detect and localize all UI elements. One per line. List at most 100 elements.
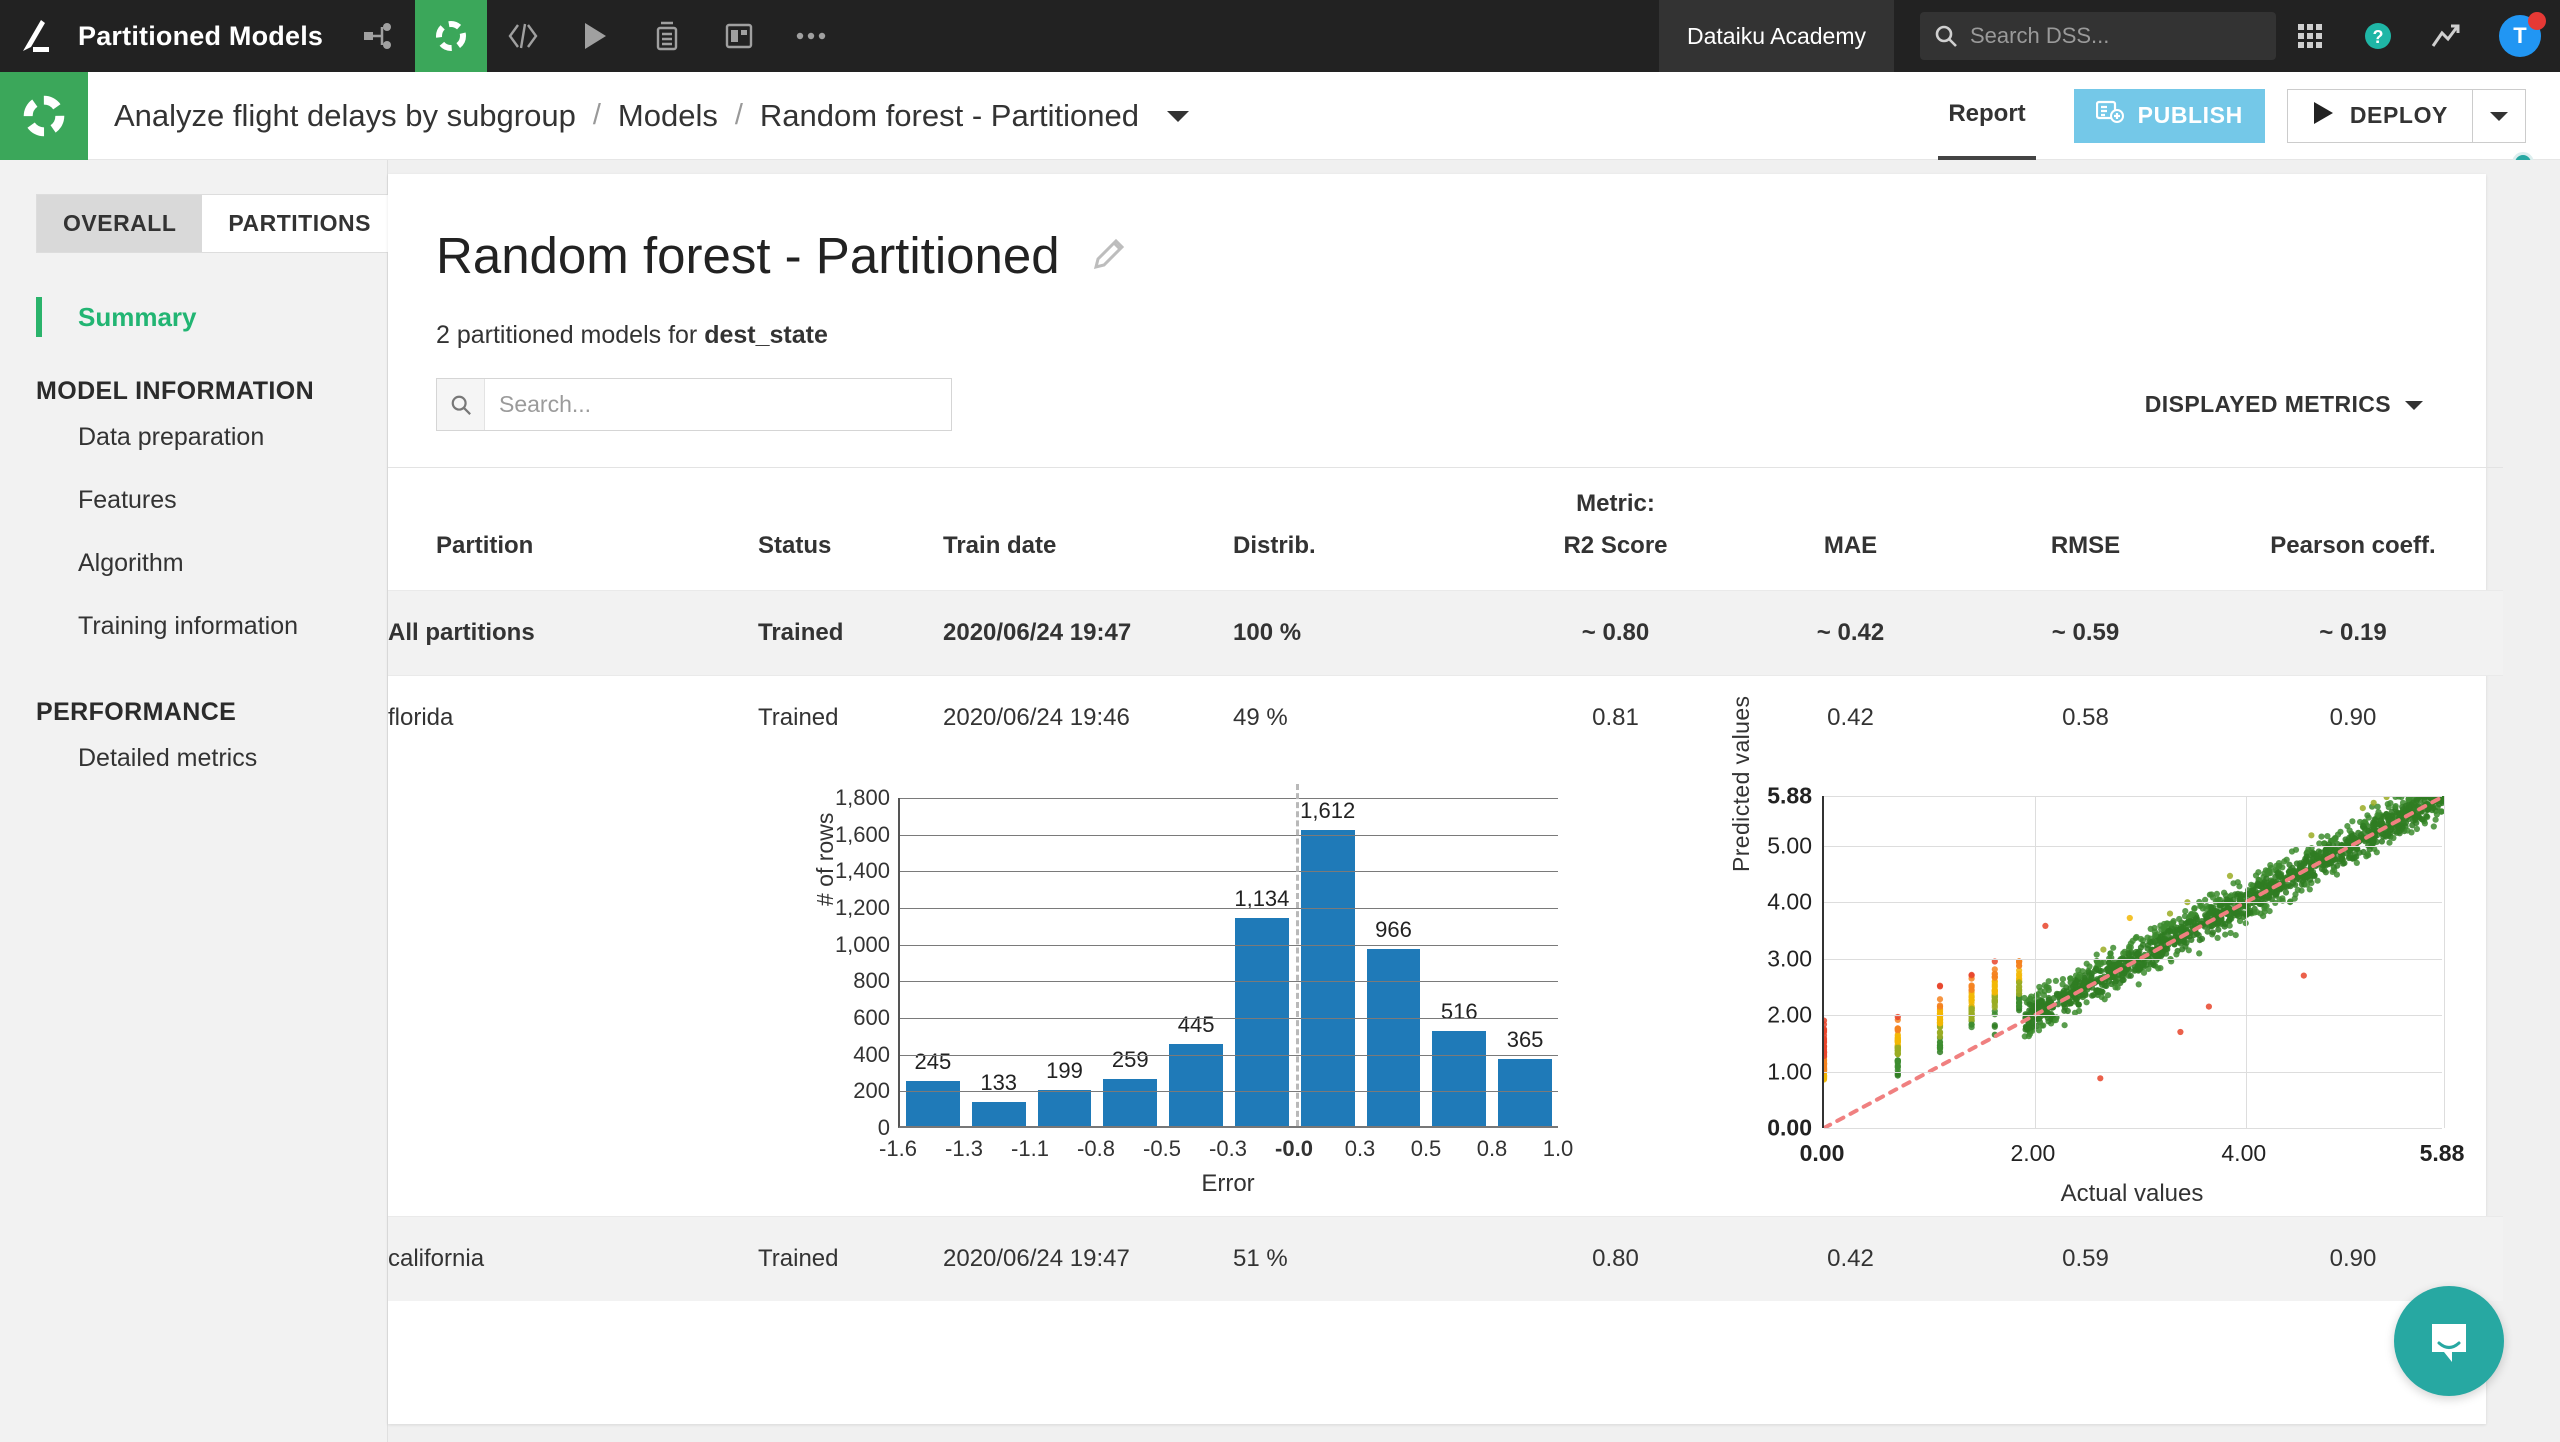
hist-bar[interactable] — [1169, 1044, 1224, 1126]
scatter-point — [2300, 858, 2307, 865]
search-input[interactable] — [1970, 23, 2262, 49]
sidebar-item-features[interactable]: Features — [78, 469, 387, 532]
breadcrumb-models[interactable]: Models — [618, 98, 718, 134]
deploy-button[interactable]: DEPLOY — [2288, 90, 2472, 142]
scatter-point — [2093, 951, 2100, 958]
col-pearson[interactable]: Pearson coeff. — [2203, 467, 2503, 591]
scatter-point — [2400, 819, 2407, 826]
scatter-point — [2279, 876, 2286, 883]
hist-bars: 245 133 199 259 445 1,134 1,612 966 516 365 — [900, 798, 1558, 1126]
hist-bar-cell[interactable]: 199 — [1032, 798, 1098, 1126]
hist-bar-cell[interactable]: 259 — [1097, 798, 1163, 1126]
academy-link[interactable]: Dataiku Academy — [1659, 0, 1894, 72]
hist-bar[interactable] — [1498, 1059, 1553, 1126]
notebooks-icon[interactable] — [631, 0, 703, 72]
table-row[interactable]: All partitions Trained 2020/06/24 19:47 … — [388, 590, 2503, 676]
grid-apps-icon[interactable] — [2276, 0, 2344, 72]
scatter-point — [2042, 922, 2049, 929]
hist-bar-cell[interactable]: 245 — [900, 798, 966, 1126]
tab-overall[interactable]: OVERALL — [37, 195, 203, 252]
scatter-point — [1991, 989, 1998, 996]
hist-bar-cell[interactable]: 133 — [966, 798, 1032, 1126]
displayed-metrics-dropdown[interactable]: DISPLAYED METRICS — [2145, 391, 2424, 418]
user-avatar-wrapper[interactable]: T — [2480, 0, 2560, 72]
scatter-point — [2292, 846, 2300, 853]
hist-bar-cell[interactable]: 1,612 — [1295, 798, 1361, 1126]
pencil-icon[interactable] — [1088, 236, 1128, 276]
chevron-down-icon[interactable] — [1165, 108, 1191, 124]
hist-bar-cell[interactable]: 365 — [1492, 798, 1558, 1126]
sidebar-item-summary[interactable]: Summary — [36, 297, 387, 337]
sidebar-item-training-information[interactable]: Training information — [78, 595, 387, 658]
notification-badge — [2528, 12, 2546, 30]
scatter-point — [2349, 818, 2356, 825]
scatter-point — [2311, 872, 2318, 879]
project-name[interactable]: Partitioned Models — [72, 21, 343, 52]
col-mae[interactable]: MAE — [1733, 467, 1968, 591]
dashboards-icon[interactable] — [703, 0, 775, 72]
scatter-point — [2430, 823, 2437, 830]
scatter-point — [2303, 853, 2310, 860]
scatter-point — [2347, 851, 2354, 858]
col-rmse[interactable]: RMSE — [1968, 467, 2203, 591]
lab-circle-icon[interactable] — [0, 71, 88, 160]
scatter-y-tick-label: 5.00 — [1767, 832, 1812, 859]
col-r2-label: R2 Score — [1563, 532, 1668, 559]
search-input[interactable] — [485, 391, 951, 418]
hist-bar-cell[interactable]: 966 — [1361, 798, 1427, 1126]
breadcrumb-project[interactable]: Analyze flight delays by subgroup — [114, 98, 576, 134]
table-row[interactable]: california Trained 2020/06/24 19:47 51 %… — [388, 1216, 2503, 1301]
more-ellipsis-icon[interactable] — [775, 0, 847, 72]
partition-search[interactable] — [436, 378, 952, 431]
cell-train-date: 2020/06/24 19:47 — [943, 1216, 1233, 1301]
dataiku-bird-icon[interactable] — [0, 0, 72, 72]
hist-x-tick-label: -0.3 — [1209, 1136, 1247, 1161]
jobs-play-icon[interactable] — [559, 0, 631, 72]
scatter-point — [1991, 971, 1998, 978]
lab-icon[interactable] — [415, 0, 488, 72]
hist-bar[interactable] — [971, 1101, 1026, 1126]
hist-bar[interactable] — [1366, 948, 1421, 1126]
hist-y-tick-label: 200 — [853, 1078, 890, 1104]
deploy-chevron-down-icon[interactable] — [2473, 90, 2525, 142]
table-row[interactable]: florida Trained 2020/06/24 19:46 49 % 0.… — [388, 675, 2503, 760]
col-status[interactable]: Status — [758, 467, 943, 591]
scatter-point — [1936, 1003, 1944, 1010]
hist-bar[interactable] — [1234, 918, 1289, 1126]
hist-bar[interactable] — [905, 1081, 960, 1126]
sidebar-item-algorithm[interactable]: Algorithm — [78, 532, 387, 595]
sidebar-heading-model-information: MODEL INFORMATION — [36, 377, 315, 405]
col-distrib[interactable]: Distrib. — [1233, 467, 1498, 591]
global-search[interactable] — [1920, 12, 2276, 60]
hist-bar[interactable] — [1300, 830, 1355, 1126]
hist-bar-cell[interactable]: 1,134 — [1229, 798, 1295, 1126]
scatter-point — [2185, 947, 2192, 954]
publish-button[interactable]: PUBLISH — [2073, 88, 2265, 143]
scatter-point — [1894, 1063, 1901, 1070]
flow-icon[interactable] — [343, 0, 415, 72]
tab-partitions[interactable]: PARTITIONS — [202, 195, 397, 252]
active-indicator-bar — [36, 297, 42, 337]
sidebar-item-data-preparation[interactable]: Data preparation — [78, 406, 387, 469]
help-circle-icon[interactable]: ? — [2344, 0, 2412, 72]
scatter-point — [2226, 872, 2234, 879]
hist-bar[interactable] — [1432, 1031, 1487, 1126]
table-header-row: Partition Status Train date Distrib. Met… — [388, 467, 2503, 591]
scatter-gridline-h — [1824, 796, 2442, 797]
hist-bar-cell[interactable]: 445 — [1163, 798, 1229, 1126]
hist-bar-cell[interactable]: 516 — [1426, 798, 1492, 1126]
tab-report[interactable]: Report — [1938, 72, 2036, 160]
sidebar-tabs: OVERALL PARTITIONS — [36, 194, 398, 253]
hist-x-tick-label: 1.0 — [1542, 1136, 1574, 1161]
scatter-point — [1894, 1026, 1901, 1033]
col-train-date[interactable]: Train date — [943, 467, 1233, 591]
sidebar-item-detailed-metrics[interactable]: Detailed metrics — [78, 727, 387, 790]
code-icon[interactable] — [487, 0, 559, 72]
col-partition[interactable]: Partition — [388, 467, 758, 591]
hist-gridline — [900, 981, 1558, 983]
trending-up-icon[interactable] — [2412, 0, 2480, 72]
col-r2-score[interactable]: Metric: R2 Score — [1498, 467, 1733, 591]
chat-bubble-icon[interactable] — [2394, 1286, 2504, 1396]
hist-bar[interactable] — [1037, 1089, 1092, 1126]
hist-bar[interactable] — [1103, 1078, 1158, 1126]
